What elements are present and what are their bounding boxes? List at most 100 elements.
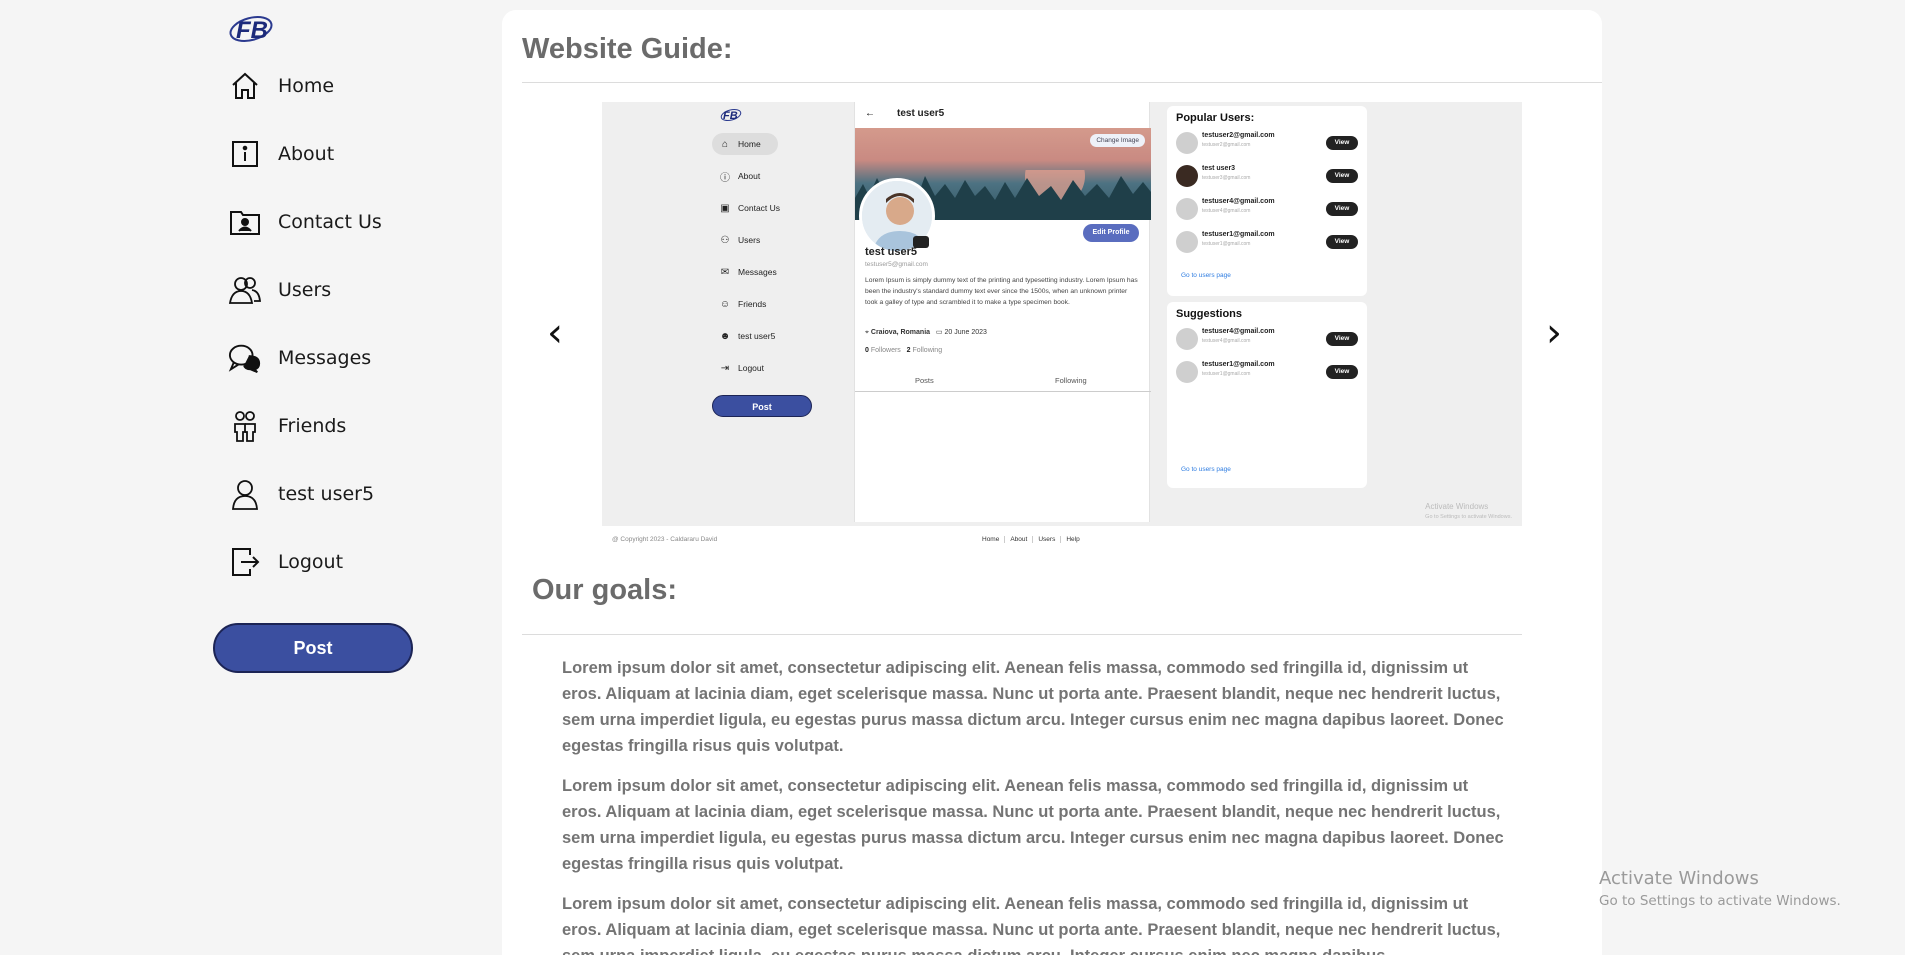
slide-user-row: testuser4@gmail.com testuser4@gmail.com Vi… <box>1176 196 1358 220</box>
users-icon: ⚇ <box>720 234 730 246</box>
carousel-prev-button[interactable]: ‹ <box>547 310 563 356</box>
post-button[interactable]: Post <box>213 623 413 673</box>
carousel-next-button[interactable]: › <box>1546 310 1562 356</box>
user-name: testuser1@gmail.com <box>1202 231 1275 238</box>
slide-go-users-link: Go to users page <box>1181 466 1231 473</box>
contact-card-icon: ▣ <box>720 202 730 214</box>
activation-subtitle: Go to Settings to activate Windows. <box>1599 893 1841 909</box>
view-button: View <box>1326 235 1358 249</box>
fb-logo[interactable]: FB <box>228 10 274 46</box>
sidebar-item-label: Messages <box>278 347 372 369</box>
followers-count: 0 <box>865 347 869 354</box>
goals-paragraph: Lorem ipsum dolor sit amet, consectetur … <box>562 777 1504 873</box>
slide-copyright: @ Copyright 2023 - Caldararu David <box>612 536 718 543</box>
slide-profile-email: testuser5@gmail.com <box>865 261 928 268</box>
slide-go-users-link: Go to users page <box>1181 272 1231 279</box>
slide-date: 20 June 2023 <box>944 329 987 336</box>
slide-change-image-button: Change Image <box>1090 134 1145 147</box>
goals-title: Our goals: <box>532 574 678 606</box>
logout-icon <box>228 545 262 579</box>
sidebar-item-label: Logout <box>278 551 344 573</box>
user-email: testuser4@gmail.com <box>1202 338 1251 344</box>
avatar <box>1176 231 1198 253</box>
slide-nav-friends: ☺ Friends <box>712 293 782 315</box>
sidebar-item-logout[interactable]: Logout <box>228 540 343 584</box>
sidebar-item-label: Friends <box>278 415 347 437</box>
info-icon <box>228 137 262 171</box>
info-icon: ⓘ <box>720 172 730 184</box>
slide-nav-label: Users <box>738 235 761 245</box>
slide-user-row: testuser1@gmail.com testuser1@gmail.com Vi… <box>1176 229 1358 253</box>
sidebar-item-messages[interactable]: Messages <box>228 336 371 380</box>
following-label: Following <box>912 347 943 354</box>
user-email: testuser3@gmail.com <box>1202 175 1251 181</box>
sidebar-item-label: Users <box>278 279 332 301</box>
avatar <box>1176 361 1198 383</box>
slide-nav-label: Logout <box>738 363 764 373</box>
user-name: testuser4@gmail.com <box>1202 328 1275 335</box>
contact-card-icon <box>228 205 262 239</box>
avatar <box>1176 198 1198 220</box>
slide-follow-counts: 0 Followers 2 Following <box>865 347 942 354</box>
slide-location: Craiova, Romania <box>870 329 931 336</box>
user-name: testuser1@gmail.com <box>1202 361 1275 368</box>
user-name: test user3 <box>1202 165 1236 172</box>
slide-footer-link: Users <box>1033 536 1062 543</box>
home-icon: ⌂ <box>721 138 729 150</box>
avatar <box>1176 132 1198 154</box>
slide-sidebar: FB ⌂ Home ⓘ About ▣ Contact Us ⚇ Users ✉ Mess… <box>712 102 812 522</box>
slide-user-row: testuser2@gmail.com testuser2@gmail.com Vi… <box>1176 130 1358 154</box>
slide-watermark-sub: Go to Settings to activate Windows. <box>1425 514 1512 520</box>
sidebar-item-contact[interactable]: Contact Us <box>228 200 382 244</box>
svg-text:FB: FB <box>723 110 738 122</box>
users-icon <box>228 273 262 307</box>
user-icon <box>228 477 262 511</box>
slide-popular-title: Popular Users: <box>1176 112 1255 124</box>
slide-tabs: Posts Following <box>855 368 1151 392</box>
slide-popular-users: Popular Users: testuser2@gmail.com testus… <box>1167 106 1367 296</box>
sidebar-item-friends[interactable]: Friends <box>228 404 346 448</box>
avatar <box>1176 165 1198 187</box>
slide-watermark-title: Activate Windows <box>1425 502 1489 511</box>
slide-header-name: test user5 <box>897 108 945 119</box>
following-count: 2 <box>906 347 911 354</box>
divider <box>522 82 1602 83</box>
divider <box>522 634 1522 635</box>
chat-bubbles-icon <box>228 341 262 375</box>
slide-post-button: Post <box>712 395 812 417</box>
sidebar-item-home[interactable]: Home <box>228 64 334 108</box>
main-content: Website Guide: ‹ › FB ⌂ Home ⓘ About ▣ Cont… <box>502 10 1602 955</box>
slide-footer-link: Home <box>977 536 1006 543</box>
slide-nav-messages: ✉ Messages <box>712 261 782 283</box>
page-title: Website Guide: <box>522 33 733 65</box>
sidebar-item-label: Home <box>278 75 335 97</box>
avatar <box>1176 328 1198 350</box>
view-button: View <box>1326 169 1358 183</box>
slide-nav-profile: ☻ test user5 <box>712 325 782 347</box>
view-button: View <box>1326 136 1358 150</box>
back-arrow-icon: ← <box>865 108 875 119</box>
slide-windows-watermark: Activate Windows Go to Settings to activ… <box>1425 502 1512 522</box>
guide-slide-image: FB ⌂ Home ⓘ About ▣ Contact Us ⚇ Users ✉ Mess… <box>602 102 1522 560</box>
user-email: testuser1@gmail.com <box>1202 241 1251 247</box>
slide-footer: @ Copyright 2023 - Caldararu David Home A… <box>602 526 1522 560</box>
slide-footer-link: About <box>1005 536 1034 543</box>
sidebar-item-profile[interactable]: test user5 <box>228 472 374 516</box>
slide-nav-label: Contact Us <box>738 203 781 213</box>
slide-nav-logout: ⇥ Logout <box>712 357 782 379</box>
user-email: testuser4@gmail.com <box>1202 208 1251 214</box>
slide-footer-links: Home About Users Help <box>977 536 1085 543</box>
sidebar-item-about[interactable]: About <box>228 132 334 176</box>
goals-paragraph: Lorem ipsum dolor sit amet, consectetur … <box>562 659 1504 755</box>
user-email: testuser2@gmail.com <box>1202 142 1251 148</box>
user-name: testuser2@gmail.com <box>1202 132 1275 139</box>
slide-nav-home: ⌂ Home <box>712 133 778 155</box>
logout-icon: ⇥ <box>720 362 730 374</box>
activation-title: Activate Windows <box>1599 868 1759 889</box>
slide-profile: ← test user5 Change Image Edit Profile t… <box>854 102 1151 522</box>
slide-nav-contact: ▣ Contact Us <box>712 197 782 219</box>
slide-profile-name: test user5 <box>865 246 917 258</box>
slide-profile-bio: Lorem Ipsum is simply dummy text of the … <box>865 277 1138 306</box>
slide-tab-posts: Posts <box>915 376 934 385</box>
sidebar-item-users[interactable]: Users <box>228 268 331 312</box>
